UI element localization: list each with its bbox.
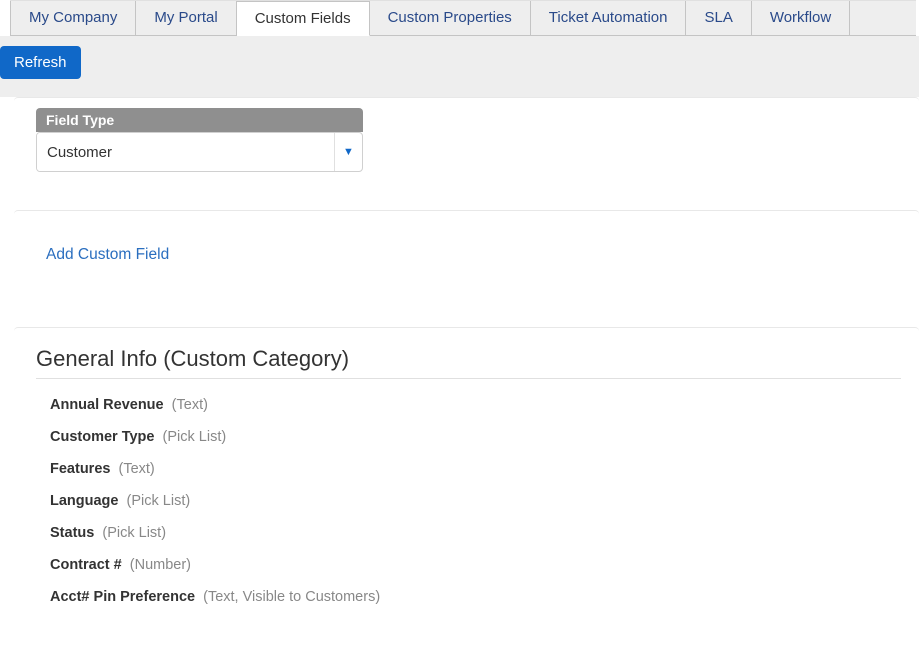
chevron-down-icon[interactable]: ▼ [334, 133, 362, 171]
field-type-panel: Field Type ▼ [14, 97, 919, 194]
tab-my-portal[interactable]: My Portal [136, 1, 236, 35]
field-name: Acct# Pin Preference [50, 589, 195, 605]
field-name: Contract # [50, 557, 122, 573]
add-custom-field-link[interactable]: Add Custom Field [36, 221, 169, 289]
field-meta: (Pick List) [127, 493, 191, 509]
field-meta: (Text) [119, 461, 155, 477]
field-meta: (Pick List) [163, 429, 227, 445]
action-bar: Refresh [0, 36, 919, 97]
field-meta: (Text, Visible to Customers) [203, 589, 380, 605]
field-row[interactable]: Customer Type (Pick List) [50, 429, 901, 445]
field-type-header: Field Type [36, 108, 363, 132]
refresh-button[interactable]: Refresh [0, 46, 81, 79]
tab-custom-fields[interactable]: Custom Fields [237, 1, 370, 36]
field-meta: (Pick List) [102, 525, 166, 541]
field-row[interactable]: Acct# Pin Preference (Text, Visible to C… [50, 589, 901, 605]
field-name: Customer Type [50, 429, 154, 445]
field-row[interactable]: Language (Pick List) [50, 493, 901, 509]
field-name: Annual Revenue [50, 397, 164, 413]
tab-bar: My Company My Portal Custom Fields Custo… [10, 0, 916, 36]
field-meta: (Text) [172, 397, 208, 413]
field-name: Status [50, 525, 94, 541]
field-row[interactable]: Annual Revenue (Text) [50, 397, 901, 413]
field-type-select[interactable]: ▼ [36, 132, 363, 172]
field-row[interactable]: Contract # (Number) [50, 557, 901, 573]
tab-workflow[interactable]: Workflow [752, 1, 850, 35]
category-panel: General Info (Custom Category) Annual Re… [14, 327, 919, 643]
tab-sla[interactable]: SLA [686, 1, 751, 35]
field-row[interactable]: Status (Pick List) [50, 525, 901, 541]
field-row[interactable]: Features (Text) [50, 461, 901, 477]
tab-ticket-automation[interactable]: Ticket Automation [531, 1, 687, 35]
field-name: Language [50, 493, 118, 509]
category-title: General Info (Custom Category) [36, 346, 901, 379]
add-field-panel: Add Custom Field [14, 210, 919, 311]
tab-custom-properties[interactable]: Custom Properties [370, 1, 531, 35]
field-meta: (Number) [130, 557, 191, 573]
field-name: Features [50, 461, 110, 477]
tab-my-company[interactable]: My Company [10, 1, 136, 35]
field-type-input[interactable] [37, 133, 334, 171]
